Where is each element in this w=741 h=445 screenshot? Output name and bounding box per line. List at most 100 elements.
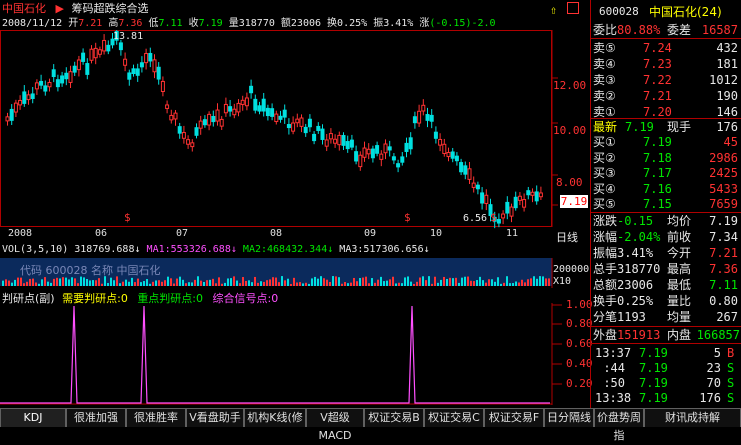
candle-body (391, 156, 396, 161)
ind-tick-06: 0.60 (566, 337, 593, 350)
tab-indicator[interactable]: 很准胜率 (126, 408, 186, 427)
scroll-up-icon[interactable]: ⇧ (550, 3, 557, 17)
open-value: 7.21 (78, 18, 103, 29)
tab-indicator[interactable]: 财讯成持解 (644, 408, 741, 427)
tick-time: 13:38 (595, 391, 632, 405)
volume-bar (455, 277, 457, 286)
stock-fullname: 中国石化(24) (649, 5, 722, 19)
candle-body (433, 131, 438, 139)
volume-bar (338, 277, 340, 286)
chart-area[interactable]: 中国石化 ▶ 筹码超跌综合选 2008/11/12 开7.21 高7.36 低7… (0, 0, 593, 405)
buy-volume: 2425 (709, 166, 738, 180)
candle-body (366, 148, 371, 155)
tick-price: 7.19 (639, 376, 668, 390)
tick-time: :50 (603, 376, 625, 390)
volume-bar (101, 283, 103, 286)
tab-indicator[interactable]: KDJ (0, 408, 66, 427)
tick-row: 13:38 7.19 176 S (591, 390, 741, 406)
candle-body (181, 132, 186, 139)
stat-row: 分笔 1193 均量 267 (591, 309, 741, 325)
volume-bar (41, 279, 43, 286)
ind-tick-08: 0.80 (566, 317, 593, 330)
volume-bar (410, 281, 412, 286)
volume-bar (164, 280, 166, 286)
stock-code: 600028 (599, 5, 639, 18)
tick-price: 7.19 (639, 346, 668, 360)
tab-indicator[interactable]: 很准加强 (66, 408, 126, 427)
candle-body (139, 62, 144, 68)
play-arrow-icon[interactable]: ▶ (56, 2, 64, 15)
price-chart[interactable] (0, 30, 588, 230)
maximize-icon[interactable] (567, 2, 579, 14)
weicha-value: 16587 (701, 23, 738, 37)
tick-time: 13:37 (595, 346, 632, 360)
volume-bar (14, 279, 16, 286)
candle-body (81, 52, 86, 62)
volume-watermark: 代码 600028 名称 中国石化 (20, 264, 161, 277)
candle-body (97, 49, 102, 55)
tab-indicator[interactable]: 权证交易F (484, 408, 544, 427)
volume-bar (245, 280, 247, 286)
outer-inner-row: 外盘 151913 内盘 166857 (591, 326, 741, 344)
buy-row: 买④ 7.16 5433 (591, 181, 741, 197)
volume-bar (77, 283, 79, 286)
stat-row: 涨跌 -0.15 均价 7.19 (591, 213, 741, 229)
volume-bar (326, 279, 328, 286)
candle-body (404, 142, 409, 152)
candlestick-series (5, 30, 543, 229)
sell-label: 卖⑤ (593, 41, 616, 55)
volume-bar (266, 280, 268, 286)
candle-body (345, 141, 350, 150)
candle-body (412, 116, 417, 124)
volume-bar (422, 276, 424, 286)
volume-bar (311, 278, 313, 286)
candle-body (76, 59, 81, 71)
candle-body (333, 138, 338, 144)
volume-bar (167, 276, 169, 286)
candle-body (467, 168, 472, 180)
volume-bar (191, 282, 193, 286)
quote-title: 600028 中国石化(24) (591, 4, 741, 20)
candle-body (236, 102, 241, 113)
candle-body (358, 154, 363, 168)
sell-row: 卖③ 7.22 1012 (591, 72, 741, 88)
period-label[interactable]: 日线 (556, 229, 578, 245)
volume-bar (374, 282, 376, 286)
indicator-signal-line (0, 305, 550, 404)
tick-price: 7.19 (639, 361, 668, 375)
volume-bar (416, 281, 418, 286)
candle-body (160, 80, 165, 93)
stat-row: 换手 0.25% 量比 0.80 (591, 293, 741, 309)
stat-value: 0.25% (617, 294, 654, 308)
tab-indicator[interactable]: 权证交易B (364, 408, 424, 427)
stat-label: 振幅 (593, 246, 618, 260)
volume-bar (50, 282, 52, 286)
indicator-chart[interactable] (0, 303, 588, 405)
stat-value: -2.04% (617, 230, 661, 244)
candle-body (85, 63, 90, 75)
volume-bar (71, 277, 73, 286)
stat-value: 7.36 (709, 262, 738, 276)
candle-body (60, 75, 65, 84)
volume-bar (248, 280, 250, 286)
candle-body (534, 191, 539, 202)
tab-indicator[interactable]: 机构K线(修 (244, 408, 306, 427)
buy-label: 买④ (593, 181, 616, 196)
sell-volume: 1012 (709, 73, 738, 87)
candle-body (396, 163, 401, 168)
tab-indicator[interactable]: V超级MACD (306, 408, 364, 442)
tab-indicator[interactable]: 价盘势周指 (594, 408, 644, 442)
sell-row: 卖④ 7.23 181 (591, 56, 741, 72)
volume-bar (332, 276, 334, 286)
buy-volume: 45 (723, 135, 738, 149)
tab-indicator[interactable]: 日分隔线 (544, 408, 594, 427)
tab-indicator[interactable]: V看盘助手 (186, 408, 244, 427)
volume-bar (452, 278, 454, 286)
tab-indicator[interactable]: 权证交易C (424, 408, 484, 427)
turnover-value: 0.25% (337, 18, 368, 29)
volume-bar (29, 278, 31, 286)
candle-body (22, 91, 27, 104)
volume-bar (221, 283, 223, 286)
candle-body (39, 80, 44, 86)
indicator-name[interactable]: 筹码超跌综合选 (71, 2, 148, 15)
